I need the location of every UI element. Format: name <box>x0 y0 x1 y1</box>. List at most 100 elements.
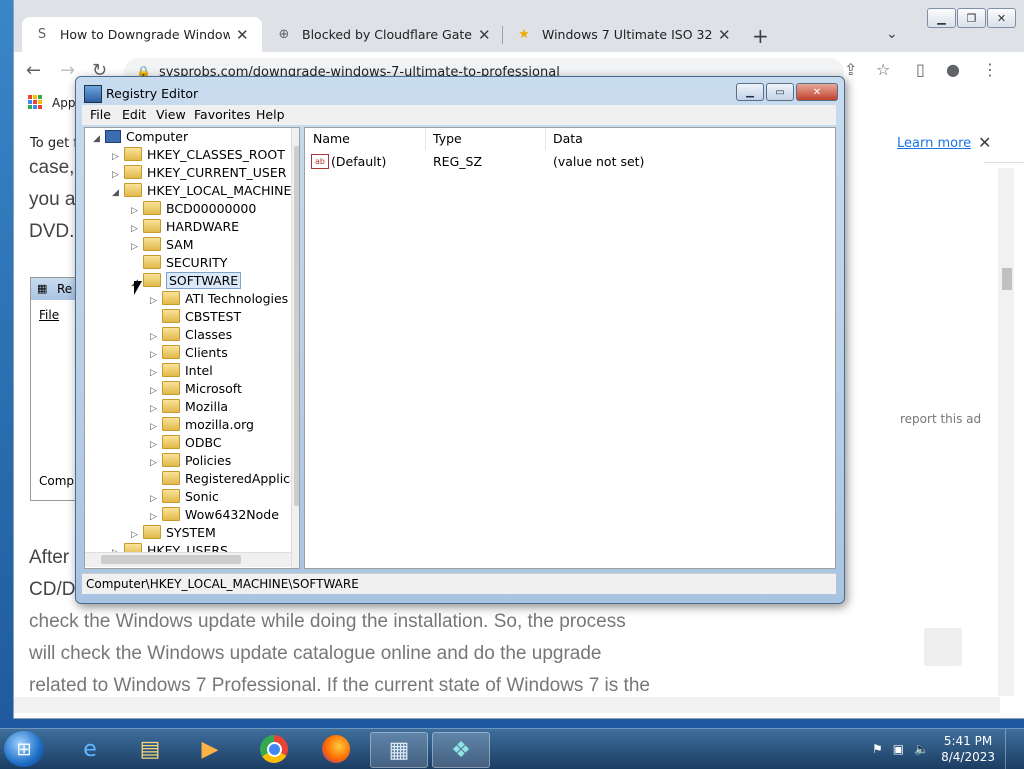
tree-vertical-scrollbar[interactable] <box>291 128 299 568</box>
article-line: CD/D <box>29 579 76 600</box>
tree-node[interactable]: ▷ ATI Technologies <box>150 290 288 308</box>
tree-hscroll-thumb[interactable] <box>101 555 241 564</box>
image-title: Re <box>57 282 73 296</box>
file-explorer-icon[interactable]: ▤ <box>122 732 178 766</box>
tree-node-label: RegisteredApplica <box>185 471 298 486</box>
tree-node[interactable]: ▷ Microsoft <box>150 380 242 398</box>
apps-icon[interactable] <box>28 95 42 109</box>
close-info-bar-icon[interactable]: ✕ <box>978 133 991 152</box>
tree-node[interactable]: ▷ Mozilla <box>150 398 228 416</box>
side-panel-icon[interactable]: ▯ <box>916 60 925 79</box>
column-type[interactable]: Type <box>425 128 546 150</box>
value-type: REG_SZ <box>433 154 483 169</box>
menu-favorites[interactable]: Favorites <box>194 107 250 122</box>
menu-view[interactable]: View <box>156 107 186 122</box>
close-icon[interactable]: ✕ <box>987 8 1016 28</box>
report-ad-link[interactable]: report this ad <box>900 412 981 426</box>
volume-icon[interactable]: 🔈 <box>914 742 929 756</box>
share-icon[interactable]: ⇪ <box>844 60 857 79</box>
folder-icon <box>143 525 161 539</box>
tree-node[interactable]: ◢ Computer <box>93 128 188 146</box>
page-vertical-scrollbar[interactable] <box>998 168 1014 696</box>
column-data[interactable]: Data <box>545 128 835 150</box>
tree-node-label: ATI Technologies <box>185 291 289 306</box>
regedit-icon <box>84 85 102 103</box>
close-icon[interactable]: ✕ <box>796 83 838 101</box>
tab-downgrade[interactable]: S How to Downgrade Windows 7 U ✕ <box>22 17 262 52</box>
network-icon[interactable]: ▣ <box>893 742 904 756</box>
media-player-icon[interactable]: ▶ <box>182 732 238 766</box>
tree-node[interactable]: ▷ Classes <box>150 326 232 344</box>
folder-icon <box>162 363 180 377</box>
tree-node[interactable]: ▷ Wow6432Node <box>150 506 279 524</box>
start-button[interactable]: ⊞ <box>4 731 44 767</box>
menu-file[interactable]: File <box>90 107 111 122</box>
menu-icon[interactable]: ⋮ <box>982 60 998 79</box>
close-tab-icon[interactable]: ✕ <box>478 26 491 44</box>
folder-icon <box>143 237 161 251</box>
tree-node[interactable]: ▷ Intel <box>150 362 213 380</box>
chrome-icon[interactable] <box>246 732 302 766</box>
flag-icon[interactable]: ⚑ <box>872 742 883 756</box>
tree-node-label: Wow6432Node <box>185 507 279 522</box>
tree-node[interactable]: ▷ Sonic <box>150 488 219 506</box>
tree-node-label: SECURITY <box>166 255 228 270</box>
tree-node-label: mozilla.org <box>185 417 254 432</box>
expanded-arrow-icon[interactable]: ◢ <box>93 130 105 148</box>
tree-node[interactable]: ▷ Clients <box>150 344 228 362</box>
tab-search-icon[interactable]: ⌄ <box>886 26 898 42</box>
profile-icon[interactable]: ● <box>946 60 960 79</box>
tree-node[interactable]: ▷ SYSTEM <box>131 524 216 542</box>
value-data: (value not set) <box>553 154 645 169</box>
menu-edit[interactable]: Edit <box>122 107 146 122</box>
close-tab-icon[interactable]: ✕ <box>236 26 249 44</box>
minimize-icon[interactable]: ▁ <box>927 8 956 28</box>
bookmark-star-icon[interactable]: ☆ <box>876 60 890 79</box>
regedit-icon: ▦ <box>37 282 48 295</box>
tree-node[interactable]: ◢ SOFTWARE <box>131 272 242 290</box>
registry-editor-icon[interactable]: ❖ <box>432 732 490 768</box>
clock-date: 8/4/2023 <box>941 750 995 764</box>
maximize-icon[interactable]: ❐ <box>957 8 986 28</box>
tree-node[interactable]: ▷ BCD00000000 <box>131 200 256 218</box>
scroll-to-top-button[interactable] <box>924 628 962 666</box>
tree-node[interactable]: ◢ HKEY_LOCAL_MACHINE <box>112 182 291 200</box>
forward-icon[interactable]: → <box>60 60 75 81</box>
page-horizontal-scrollbar[interactable] <box>14 697 1000 713</box>
show-desktop-button[interactable] <box>1005 729 1018 769</box>
control-panel-icon[interactable]: ▦ <box>370 732 428 768</box>
tab-iso[interactable]: ★ Windows 7 Ultimate ISO 32/64-b ✕ <box>504 17 744 52</box>
expanded-arrow-icon[interactable]: ◢ <box>112 184 124 202</box>
folder-icon <box>162 489 180 503</box>
tree-node[interactable]: ▷ HKEY_CLASSES_ROOT <box>112 146 285 164</box>
back-icon[interactable]: ← <box>26 60 41 81</box>
internet-explorer-icon[interactable]: e <box>62 732 118 766</box>
tab-blocked[interactable]: ⊕ Blocked by Cloudflare Gateway ✕ <box>264 17 499 52</box>
scroll-thumb[interactable] <box>1002 268 1012 290</box>
firefox-icon[interactable] <box>308 732 364 766</box>
maximize-icon[interactable]: ▭ <box>766 83 794 101</box>
clock[interactable]: 5:41 PM 8/4/2023 <box>941 733 995 765</box>
close-tab-icon[interactable]: ✕ <box>718 26 731 44</box>
tree-node-label: HKEY_CURRENT_USER <box>147 165 287 180</box>
new-tab-button[interactable]: + <box>752 24 769 48</box>
folder-icon <box>162 381 180 395</box>
menu-help[interactable]: Help <box>256 107 285 122</box>
article-line: will check the Windows update catalogue … <box>29 643 602 664</box>
tree-node[interactable]: ▷ SAM <box>131 236 194 254</box>
tree-node[interactable]: ▷ ODBC <box>150 434 222 452</box>
tree-node[interactable]: ▷ HKEY_CURRENT_USER <box>112 164 286 182</box>
window-title: Registry Editor <box>106 86 199 101</box>
tree-node[interactable]: SECURITY <box>131 254 227 272</box>
tree-node[interactable]: ▷ Policies <box>150 452 231 470</box>
learn-more-link[interactable]: Learn more <box>897 136 971 151</box>
column-name[interactable]: Name <box>305 128 426 150</box>
tree-node[interactable]: ▷ HARDWARE <box>131 218 239 236</box>
tree-node[interactable]: RegisteredApplica <box>150 470 298 488</box>
folder-icon <box>162 471 180 485</box>
tree-node[interactable]: CBSTEST <box>150 308 241 326</box>
tree-horizontal-scrollbar[interactable] <box>85 552 291 567</box>
minimize-icon[interactable]: ▁ <box>736 83 764 101</box>
tree-scroll-thumb[interactable] <box>294 146 299 506</box>
tree-node[interactable]: ▷ mozilla.org <box>150 416 254 434</box>
